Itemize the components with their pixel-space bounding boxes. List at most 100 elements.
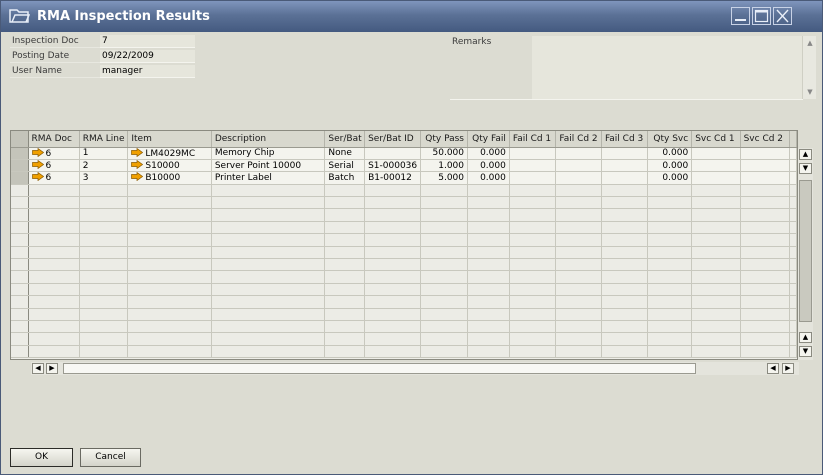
cell-fail-cd-3[interactable]: [601, 159, 648, 173]
cell-qty-pass[interactable]: 50.000: [420, 147, 468, 160]
empty-cell[interactable]: [79, 283, 129, 297]
empty-cell[interactable]: [28, 221, 80, 235]
empty-cell[interactable]: [647, 221, 693, 235]
row-selector[interactable]: [11, 208, 29, 222]
scroll-right-icon[interactable]: ▶: [782, 363, 794, 374]
empty-cell[interactable]: [691, 208, 741, 222]
empty-cell[interactable]: [127, 184, 212, 198]
cell-rma-line[interactable]: 2: [79, 159, 129, 173]
empty-cell[interactable]: [691, 295, 741, 309]
column-header-item[interactable]: Item: [127, 131, 212, 148]
empty-cell[interactable]: [211, 332, 326, 346]
cell-ser-bat[interactable]: Batch: [324, 171, 366, 185]
empty-cell[interactable]: [601, 345, 648, 359]
empty-cell[interactable]: [28, 246, 80, 260]
empty-cell[interactable]: [420, 345, 468, 359]
scroll-left-icon[interactable]: ◀: [767, 363, 779, 374]
column-header-description[interactable]: Description: [211, 131, 326, 148]
cell-ser-bat[interactable]: None: [324, 147, 366, 160]
empty-cell[interactable]: [740, 221, 791, 235]
posting-date-field[interactable]: 09/22/2009: [100, 50, 195, 63]
empty-cell[interactable]: [509, 320, 557, 334]
empty-cell[interactable]: [324, 283, 366, 297]
empty-cell[interactable]: [467, 332, 510, 346]
scroll-left-icon[interactable]: ◀: [32, 363, 44, 374]
empty-cell[interactable]: [647, 295, 693, 309]
empty-cell[interactable]: [509, 233, 557, 247]
cell-qty-svc[interactable]: 0.000: [647, 159, 693, 173]
empty-cell[interactable]: [211, 233, 326, 247]
empty-cell[interactable]: [420, 332, 468, 346]
empty-cell[interactable]: [647, 308, 693, 321]
empty-cell[interactable]: [789, 332, 797, 346]
empty-cell[interactable]: [555, 308, 602, 321]
row-selector[interactable]: [11, 332, 29, 346]
empty-cell[interactable]: [601, 196, 648, 210]
empty-cell[interactable]: [211, 208, 326, 222]
cell-ser-bat-id[interactable]: S1-000036: [364, 159, 422, 173]
empty-cell[interactable]: [420, 320, 468, 334]
empty-cell[interactable]: [467, 196, 510, 210]
row-selector[interactable]: [11, 320, 29, 334]
empty-cell[interactable]: [28, 308, 80, 321]
column-header-qty-svc[interactable]: Qty Svc: [647, 131, 693, 148]
empty-cell[interactable]: [127, 258, 212, 272]
empty-cell[interactable]: [740, 233, 791, 247]
column-header-fail-cd-2[interactable]: Fail Cd 2: [555, 131, 602, 148]
empty-cell[interactable]: [420, 270, 468, 284]
cell-svc-cd-1[interactable]: [691, 147, 741, 160]
empty-cell[interactable]: [647, 196, 693, 210]
empty-cell[interactable]: [647, 283, 693, 297]
empty-cell[interactable]: [211, 184, 326, 198]
ok-button[interactable]: OK: [10, 448, 73, 467]
empty-cell[interactable]: [28, 184, 80, 198]
empty-cell[interactable]: [324, 184, 366, 198]
empty-cell[interactable]: [647, 246, 693, 260]
empty-cell[interactable]: [789, 308, 797, 321]
empty-cell[interactable]: [324, 320, 366, 334]
empty-cell[interactable]: [647, 320, 693, 334]
empty-cell[interactable]: [79, 246, 129, 260]
empty-cell[interactable]: [28, 258, 80, 272]
empty-cell[interactable]: [555, 258, 602, 272]
empty-table-row[interactable]: [11, 283, 797, 297]
row-selector[interactable]: [11, 295, 29, 309]
empty-cell[interactable]: [601, 320, 648, 334]
empty-cell[interactable]: [647, 258, 693, 272]
empty-cell[interactable]: [647, 208, 693, 222]
empty-cell[interactable]: [740, 246, 791, 260]
empty-table-row[interactable]: [11, 332, 797, 346]
cell-qty-fail[interactable]: 0.000: [467, 147, 510, 160]
empty-cell[interactable]: [509, 345, 557, 359]
empty-cell[interactable]: [647, 332, 693, 346]
empty-cell[interactable]: [420, 246, 468, 260]
empty-cell[interactable]: [324, 295, 366, 309]
empty-cell[interactable]: [555, 332, 602, 346]
empty-cell[interactable]: [420, 208, 468, 222]
empty-cell[interactable]: [740, 196, 791, 210]
empty-cell[interactable]: [28, 270, 80, 284]
title-bar[interactable]: RMA Inspection Results: [1, 1, 822, 32]
empty-cell[interactable]: [601, 332, 648, 346]
empty-cell[interactable]: [509, 258, 557, 272]
empty-cell[interactable]: [364, 308, 422, 321]
column-header-rma-doc[interactable]: RMA Doc: [28, 131, 80, 148]
vertical-scroll-thumb[interactable]: [799, 180, 812, 322]
table-row[interactable]: 6 2 S10000 Server Point 10000 Serial S1-00003…: [11, 159, 797, 173]
empty-cell[interactable]: [691, 184, 741, 198]
empty-cell[interactable]: [28, 295, 80, 309]
row-selector[interactable]: [11, 196, 29, 210]
empty-cell[interactable]: [324, 332, 366, 346]
empty-cell[interactable]: [555, 196, 602, 210]
cell-fail-cd-2[interactable]: [555, 147, 602, 160]
empty-table-row[interactable]: [11, 233, 797, 247]
empty-cell[interactable]: [324, 308, 366, 321]
empty-cell[interactable]: [79, 270, 129, 284]
empty-cell[interactable]: [420, 308, 468, 321]
cell-qty-svc[interactable]: 0.000: [647, 147, 693, 160]
empty-cell[interactable]: [324, 221, 366, 235]
scroll-right-icon[interactable]: ▶: [46, 363, 58, 374]
empty-cell[interactable]: [211, 221, 326, 235]
cell-item[interactable]: S10000: [127, 159, 212, 173]
empty-cell[interactable]: [127, 233, 212, 247]
